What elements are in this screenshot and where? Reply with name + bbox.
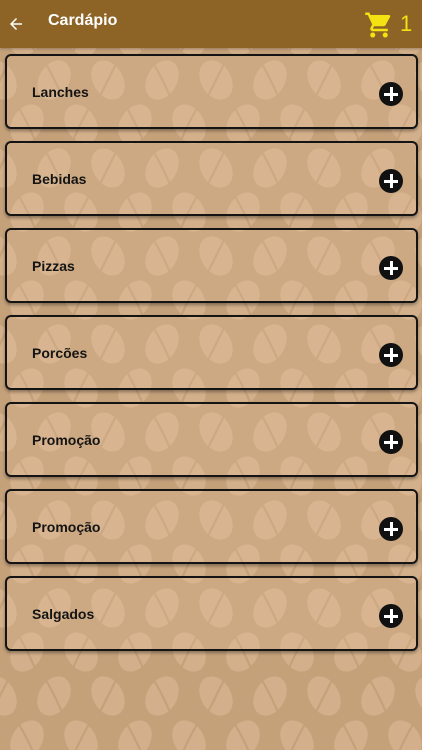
category-label: Promoção <box>32 519 101 535</box>
cart-button[interactable] <box>364 10 394 40</box>
category-label: Bebidas <box>32 171 87 187</box>
category-card-salgados[interactable]: Salgados <box>5 576 418 651</box>
back-button[interactable] <box>2 6 30 42</box>
plus-circle-icon[interactable] <box>379 604 403 628</box>
cart-count-badge: 1 <box>400 11 413 36</box>
page-title: Cardápio <box>48 12 118 29</box>
category-card-bebidas[interactable]: Bebidas <box>5 141 418 216</box>
category-list: Lanches Bebidas Pizzas Porcões Promoção … <box>5 54 418 663</box>
plus-circle-icon[interactable] <box>379 343 403 367</box>
arrow-left-icon <box>10 18 22 30</box>
app-bar: Cardápio 1 <box>0 0 422 48</box>
category-card-porcoes[interactable]: Porcões <box>5 315 418 390</box>
category-label: Lanches <box>32 84 89 100</box>
category-card-lanches[interactable]: Lanches <box>5 54 418 129</box>
category-card-promocao-2[interactable]: Promoção <box>5 489 418 564</box>
category-label: Porcões <box>32 345 88 361</box>
shopping-cart-icon <box>365 12 391 38</box>
category-label: Promoção <box>32 432 101 448</box>
category-label: Salgados <box>32 606 95 622</box>
plus-circle-icon[interactable] <box>379 169 403 193</box>
plus-circle-icon[interactable] <box>379 430 403 454</box>
plus-circle-icon[interactable] <box>379 256 403 280</box>
category-card-promocao[interactable]: Promoção <box>5 402 418 477</box>
category-card-pizzas[interactable]: Pizzas <box>5 228 418 303</box>
category-label: Pizzas <box>32 258 75 274</box>
plus-circle-icon[interactable] <box>379 517 403 541</box>
plus-circle-icon[interactable] <box>379 82 403 106</box>
